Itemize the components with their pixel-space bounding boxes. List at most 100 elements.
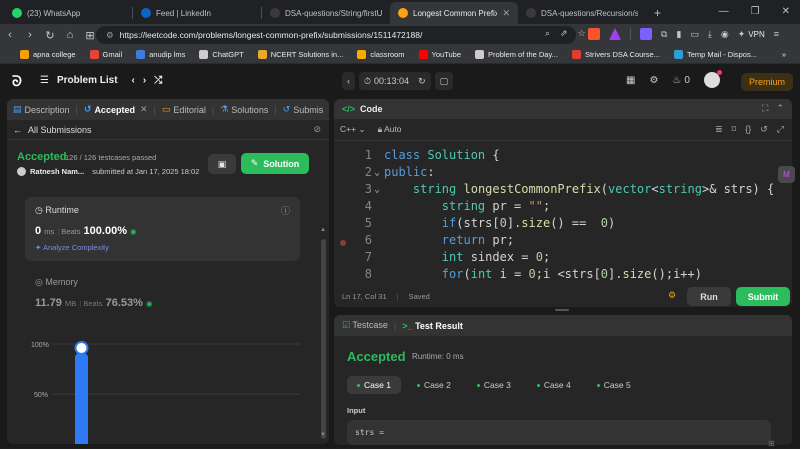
browser-tab[interactable]: Longest Common Prefix - Le ✕ [390,2,518,24]
tab-submissions[interactable]: ↺ Submis [283,104,324,115]
memory-card[interactable]: ◎ Memory 11.79 MB | Beats 76.53% ◉ [25,269,300,319]
case-tab[interactable]: Case 3 [467,376,521,394]
submit-button[interactable]: Submit [736,287,790,306]
maximize-icon[interactable]: ⛶ [762,103,768,114]
site-info-icon[interactable]: ⚙ [106,30,114,41]
new-tab-button[interactable]: + [646,2,669,24]
author-name[interactable]: Ratnesh Nam... [30,167,84,176]
chart-user-marker[interactable] [74,341,89,355]
bookmark-item[interactable]: YouTube [418,50,461,59]
code-line[interactable]: 6 return pr; [334,232,792,249]
problem-list-link[interactable]: Problem List [57,75,118,86]
case-tab[interactable]: Case 1 [347,376,401,394]
left-panel-scrollbar[interactable] [321,239,326,439]
code-line[interactable]: 1 class Solution { [334,147,792,164]
zoom-icon[interactable]: ⌕ [545,28,550,39]
tab-description[interactable]: ▤ Description [13,104,70,115]
fold-chevron-icon[interactable]: ⌄ [374,181,380,198]
reload-icon[interactable]: ↻ [40,29,60,42]
restore-icon[interactable]: ❐ [751,6,760,17]
url-bar[interactable]: ⚙ https://leetcode.com/problems/longest-… [96,26,576,44]
bookmarks-overflow-icon[interactable]: » [782,50,786,59]
streak-counter[interactable]: ♨ 0 [672,75,690,86]
shuffle-icon[interactable]: ⤮ [154,75,162,86]
user-avatar[interactable] [703,70,722,88]
share-link-icon[interactable]: ⊘ [313,124,321,135]
bookmark-item[interactable]: Gmail [89,50,122,59]
settings-gear-icon[interactable]: ⚙ [649,75,658,86]
collapse-icon[interactable]: ⌃ [776,103,784,114]
wallet-icon[interactable]: ▭ [690,29,699,40]
close-icon[interactable]: ✕ [782,6,790,17]
code-line[interactable]: 4 string pr = ""; [334,198,792,215]
bookmark-item[interactable]: NCERT Solutions in... [257,50,343,59]
bookmark-item[interactable]: anudip lms [136,50,185,59]
bookmark-item[interactable]: Temp Mail - Dispos... [673,50,757,59]
code-line[interactable]: 3 ⌄ string longestCommonPrefix(vector<str… [334,181,792,198]
download-icon[interactable]: ⤓ [708,29,712,40]
code-line[interactable]: 5 if(strs[0].size() == 0) [334,215,792,232]
browser-tab[interactable]: Feed | LinkedIn [133,2,261,24]
extensions-icon[interactable]: ⧉ [661,29,667,40]
minimize-icon[interactable]: — [719,6,729,17]
case-tab[interactable]: Case 5 [587,376,641,394]
code-editor[interactable]: 1 class Solution {2 ⌄ public: 3 ⌄ string long… [334,143,792,281]
tab-editorial[interactable]: ▭ Editorial [162,104,206,115]
tab-accepted[interactable]: ↺ Accepted ✕ [84,104,148,115]
browser-tab[interactable]: DSA-questions/String/firstUniqC [262,2,390,24]
browser-tab[interactable]: DSA-questions/Recursion/subse [518,2,646,24]
timer-reset-icon[interactable]: ↻ [418,76,426,87]
tab-test-result[interactable]: >_ Test Result [402,321,463,331]
case-tab[interactable]: Case 2 [407,376,461,394]
language-select[interactable]: C++ ⌄ [340,124,366,135]
brave-shield-icon[interactable] [588,28,600,40]
bookmark-item[interactable]: Strivers DSA Course... [571,50,660,59]
runtime-card[interactable]: ◷ Runtime ⓘ 0 ms | Beats 100.00% ◉ ✦ Ana… [25,197,300,261]
code-line[interactable]: 2 ⌄ public: [334,164,792,181]
code-line[interactable]: 8 for(int i = 0;i <strs[0].size();i++) [334,266,792,281]
code-line[interactable]: 7 int sindex = 0; [334,249,792,266]
profile-icon[interactable]: ◉ [721,29,729,40]
solution-button[interactable]: ✎ Solution [241,153,309,174]
problem-list-icon[interactable]: ☰ [40,75,49,86]
next-problem-icon[interactable]: › [143,75,146,86]
bookmark-item[interactable]: apna college [20,50,76,59]
premium-button[interactable]: Premium [741,73,793,91]
auto-mode[interactable]: 🔒︎ Auto [378,124,402,135]
close-tab-icon[interactable]: ✕ [140,104,148,115]
leo-ai-icon[interactable] [640,28,652,40]
fullscreen-icon[interactable]: ⤢ [777,124,784,135]
back-icon[interactable]: ‹ [0,29,20,41]
bookmark-item[interactable]: ChatGPT [199,50,244,59]
menu-icon[interactable]: ≡ [774,29,779,39]
prev-problem-icon[interactable]: ‹ [132,75,135,86]
case-tab[interactable]: Case 4 [527,376,581,394]
share-icon[interactable]: ⇗ [560,28,568,39]
tab-testcase[interactable]: ☑ Testcase [342,320,388,331]
bookmark-star-icon[interactable]: ☆ [578,28,586,39]
author-avatar[interactable] [17,167,26,176]
home-icon[interactable]: ⌂ [60,29,80,41]
reset-icon[interactable]: ↺ [760,124,768,135]
timer[interactable]: ⏱ 00:13:04 ↻ [359,72,431,90]
sidebar-icon[interactable]: ▮ [676,29,681,40]
side-extension-icon[interactable]: M [778,166,795,183]
layout-icon[interactable]: ▦ [626,75,635,86]
vpn-button[interactable]: ✦ VPN [738,29,765,40]
leetcode-logo-icon[interactable]: ᘐ [12,73,22,90]
brave-rewards-icon[interactable] [609,28,621,40]
notes-button[interactable]: ▢ [434,72,454,90]
bookmark-item[interactable]: classroom [357,50,405,59]
chart-bar[interactable] [75,354,88,444]
all-submissions-link[interactable]: ← All Submissions ⊘ [7,120,329,140]
resize-corner-icon[interactable]: ⊞ [768,439,775,448]
scroll-up-icon[interactable]: ▲ [320,227,326,233]
info-icon[interactable]: ⓘ [281,204,290,217]
browser-tab[interactable]: (23) WhatsApp [4,2,132,24]
bookmark-icon[interactable]: ⌑ [732,124,737,135]
scroll-down-icon[interactable]: ▼ [320,432,326,438]
fold-chevron-icon[interactable]: ⌄ [374,164,380,181]
analyze-complexity-link[interactable]: ✦ Analyze Complexity [35,243,109,252]
bookmark-item[interactable]: Problem of the Day... [475,50,558,59]
tab-solutions[interactable]: ⚗ Solutions [220,104,268,115]
